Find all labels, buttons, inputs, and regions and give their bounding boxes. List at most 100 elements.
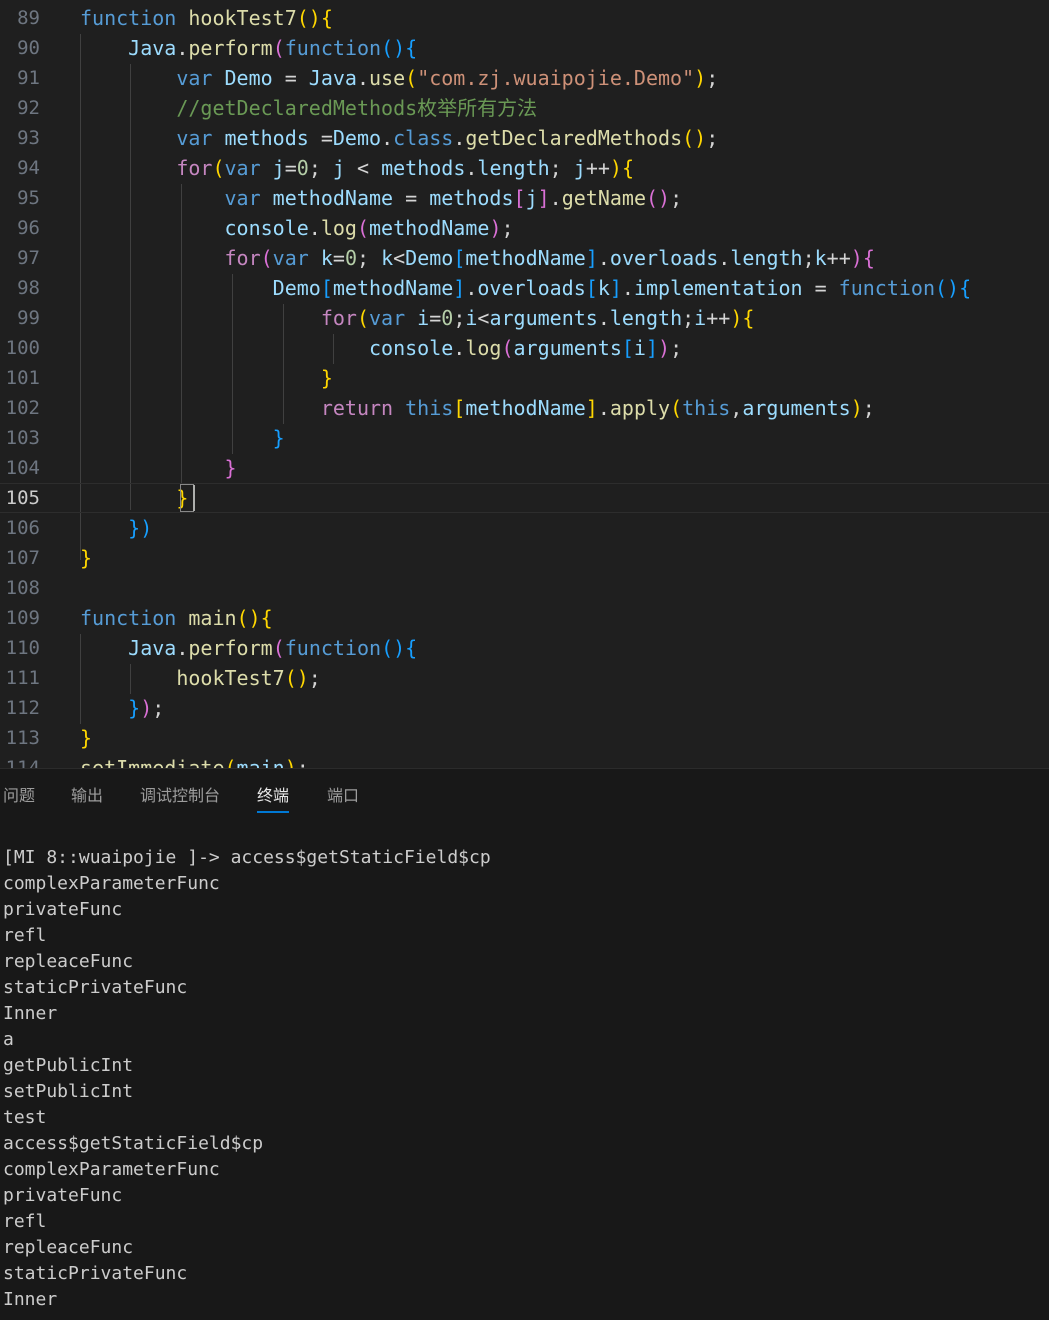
code-token: use <box>369 66 406 90</box>
terminal-line: refl <box>3 1211 47 1232</box>
code-token: 0 <box>344 246 357 270</box>
terminal-line: getPublicInt <box>3 1055 134 1076</box>
code-text: setImmediate(main); <box>80 753 309 768</box>
tab-problems[interactable]: 问题 <box>3 785 35 811</box>
tab-ports[interactable]: 端口 <box>327 785 359 811</box>
code-token: }) <box>128 516 153 540</box>
code-token: Java <box>128 636 177 660</box>
code-line[interactable]: 103 } <box>0 423 1049 453</box>
code-line[interactable]: 102 return this[methodName].apply(this,a… <box>0 393 1049 423</box>
code-line[interactable]: 111 hookTest7(); <box>0 663 1049 693</box>
code-token: overloads <box>477 276 586 300</box>
code-line[interactable]: 97 for(var k=0; k<Demo[methodName].overl… <box>0 243 1049 273</box>
tab-output[interactable]: 输出 <box>71 785 103 811</box>
code-token: implementation <box>633 276 803 300</box>
code-token: . <box>718 246 731 270</box>
code-token: { <box>742 306 755 330</box>
code-token: { <box>320 6 333 30</box>
code-line[interactable]: 100 console.log(arguments[i]); <box>0 333 1049 363</box>
code-text: var methodName = methods[j].getName(); <box>80 183 683 213</box>
code-token: ; <box>549 156 574 180</box>
code-token: j <box>525 186 538 210</box>
tab-debug-console[interactable]: 调试控制台 <box>140 785 220 811</box>
code-token: i <box>417 306 430 330</box>
line-number: 106 <box>5 517 40 539</box>
code-line[interactable]: 110 Java.perform(function(){ <box>0 633 1049 663</box>
code-token: log <box>320 216 357 240</box>
code-token: . <box>176 636 189 660</box>
line-number: 103 <box>5 427 40 449</box>
code-token: = <box>429 306 442 330</box>
code-token: ; <box>296 756 309 768</box>
code-token: k <box>597 276 610 300</box>
code-text: } <box>80 723 92 753</box>
code-token: { <box>959 276 972 300</box>
code-line[interactable]: 108 <box>0 573 1049 603</box>
terminal-output[interactable]: [MI 8::wuaipojie ]-> access$getStaticFie… <box>3 845 491 1313</box>
code-token: j <box>332 156 345 180</box>
code-line[interactable]: 114 setImmediate(main); <box>0 753 1049 768</box>
text-cursor <box>193 485 195 511</box>
terminal-line: test <box>3 1107 47 1128</box>
code-text: var methods =Demo.class.getDeclaredMetho… <box>80 123 718 153</box>
code-token: ) <box>609 156 622 180</box>
terminal-line: Inner <box>3 1289 58 1310</box>
code-token: overloads <box>609 246 719 270</box>
code-token: Demo <box>224 66 273 90</box>
code-line[interactable]: 106 }) <box>0 513 1049 543</box>
code-text: return this[methodName].apply(this,argum… <box>80 393 875 423</box>
code-token: k <box>320 246 333 270</box>
code-line[interactable]: 98 Demo[methodName].overloads[k].impleme… <box>0 273 1049 303</box>
code-line[interactable]: 101 } <box>0 363 1049 393</box>
code-token: [ <box>453 246 466 270</box>
code-token: var <box>176 66 213 90</box>
code-token: ] <box>585 396 598 420</box>
code-token: var <box>224 186 261 210</box>
code-line[interactable]: 90 Java.perform(function(){ <box>0 33 1049 63</box>
code-line[interactable]: 95 var methodName = methods[j].getName()… <box>0 183 1049 213</box>
code-line[interactable]: 93 var methods =Demo.class.getDeclaredMe… <box>0 123 1049 153</box>
code-token: ; <box>152 696 165 720</box>
tab-terminal[interactable]: 终端 <box>257 785 290 813</box>
code-editor[interactable]: 89 function hookTest7(){90 Java.perform(f… <box>0 0 1049 768</box>
terminal-line: staticPrivateFunc <box>3 1263 188 1284</box>
code-token: methods <box>224 126 309 150</box>
code-token: Demo <box>405 246 454 270</box>
code-line[interactable]: 96 console.log(methodName); <box>0 213 1049 243</box>
code-text: hookTest7(); <box>80 663 321 693</box>
code-token: methodName <box>369 216 490 240</box>
code-token: function <box>284 36 382 60</box>
code-line[interactable]: 107} <box>0 543 1049 573</box>
code-line[interactable]: 112 }); <box>0 693 1049 723</box>
code-token: arguments <box>742 396 851 420</box>
code-line[interactable]: 91 var Demo = Java.use("com.zj.wuaipojie… <box>0 63 1049 93</box>
terminal-line: staticPrivateFunc <box>3 977 188 998</box>
code-text: }); <box>80 693 164 723</box>
code-line[interactable]: 113} <box>0 723 1049 753</box>
code-line[interactable]: 99 for(var i=0;i<arguments.length;i++){ <box>0 303 1049 333</box>
line-number: 93 <box>17 127 40 149</box>
line-number: 111 <box>5 667 40 689</box>
code-token: getDeclaredMethods <box>465 126 683 150</box>
code-text: }) <box>80 513 152 543</box>
code-line[interactable]: 104 } <box>0 453 1049 483</box>
code-token: function <box>284 636 382 660</box>
code-line[interactable]: 94 for(var j=0; j < methods.length; j++)… <box>0 153 1049 183</box>
terminal-line: complexParameterFunc <box>3 1159 220 1180</box>
code-token: Demo <box>332 126 382 150</box>
code-token: [ <box>513 186 526 210</box>
code-line[interactable]: 109 function main(){ <box>0 603 1049 633</box>
code-line[interactable]: 89 function hookTest7(){ <box>0 3 1049 33</box>
code-line[interactable]: 105 } <box>0 483 1049 513</box>
code-token: ] <box>645 336 659 360</box>
code-token: ; <box>670 336 683 360</box>
bottom-panel: 问题 输出 调试控制台 终端 端口 [MI 8::wuaipojie ]-> a… <box>0 768 1049 1320</box>
code-line[interactable]: 92 //getDeclaredMethods枚举所有方法 <box>0 93 1049 123</box>
code-token: Java <box>128 36 177 60</box>
code-text: Demo[methodName].overloads[k].implementa… <box>80 273 971 303</box>
line-number: 102 <box>5 397 40 419</box>
